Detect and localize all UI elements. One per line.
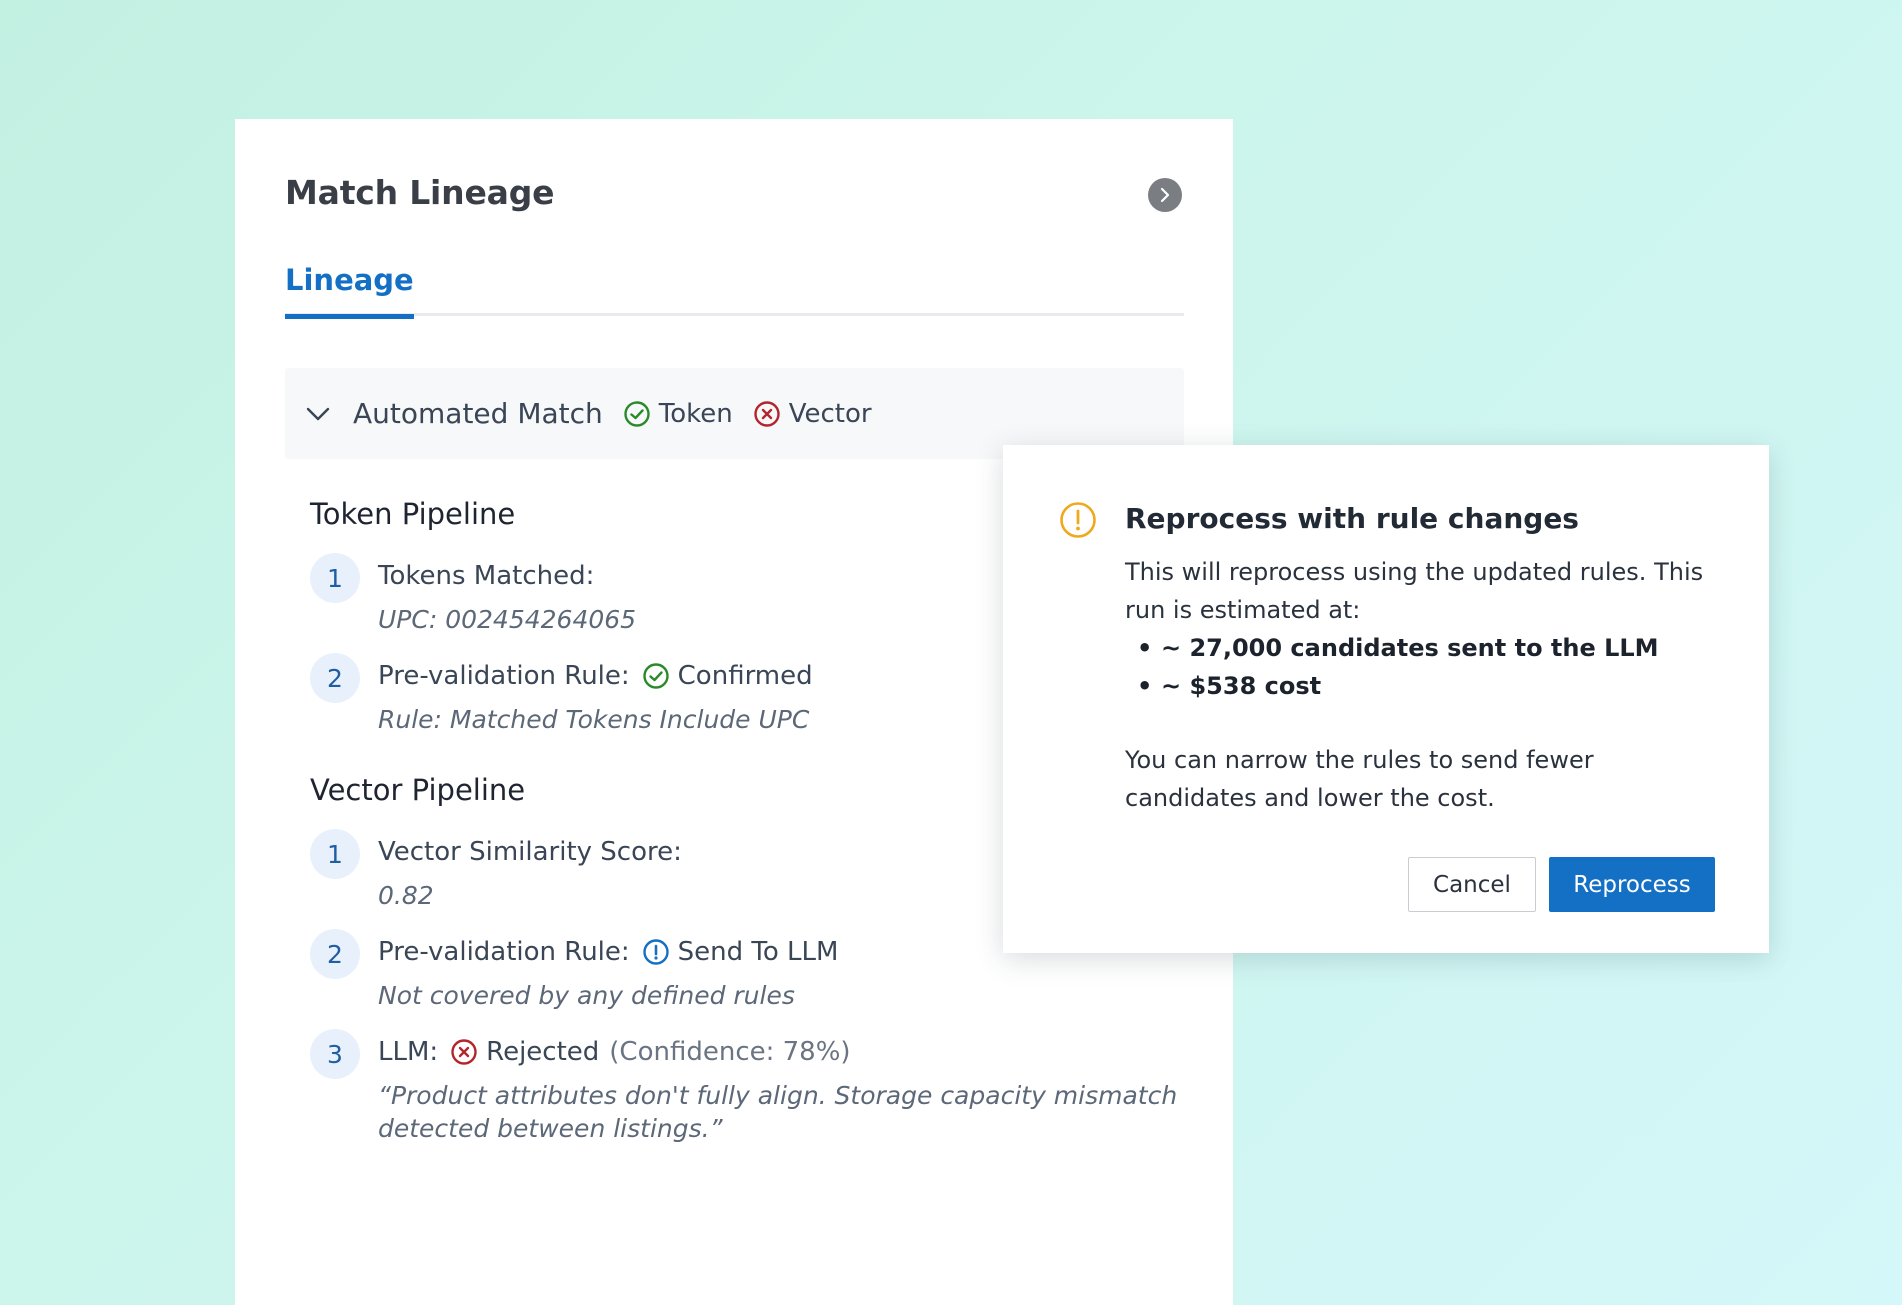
token-pipeline-title: Token Pipeline [310, 497, 516, 531]
step-status: Send To LLM [677, 937, 839, 967]
check-circle-icon [624, 400, 650, 427]
x-circle-icon [451, 1039, 477, 1065]
reprocess-button[interactable]: Reprocess [1549, 857, 1715, 912]
step-detail: Not covered by any defined rules [378, 981, 795, 1010]
step-number: 3 [310, 1029, 360, 1079]
estimate-list: ~ 27,000 candidates sent to the LLM ~ $5… [1137, 629, 1725, 705]
vector-status-label: Vector [788, 398, 872, 429]
step-label: Vector Similarity Score: [378, 837, 682, 867]
vector-pipeline-title: Vector Pipeline [310, 773, 526, 807]
info-circle-icon [642, 939, 669, 965]
chevron-down-icon [306, 407, 330, 420]
dialog-intro: This will reprocess using the updated ru… [1125, 558, 1704, 624]
step-number: 1 [310, 829, 360, 879]
step-number: 2 [310, 653, 360, 703]
vector-step-3: 3 LLM: Rejected (Confidence: 78%) “Produ… [310, 1029, 1208, 1145]
step-label: Pre-validation Rule: [378, 937, 630, 967]
step-label: Pre-validation Rule: [378, 661, 630, 691]
tab-lineage[interactable]: Lineage [285, 263, 414, 319]
token-status: Token [623, 399, 733, 429]
cancel-button[interactable]: Cancel [1408, 857, 1536, 912]
step-detail: Rule: Matched Tokens Include UPC [378, 705, 810, 734]
confidence-label: (Confidence: 78%) [609, 1037, 851, 1067]
token-step-2: 2 Pre-validation Rule: Confirmed Rule: M… [310, 653, 813, 736]
reprocess-dialog: Reprocess with rule changes This will re… [1003, 445, 1769, 953]
tab-bar: Lineage [285, 263, 1184, 319]
step-detail: 0.82 [378, 881, 434, 910]
token-step-1: 1 Tokens Matched: UPC: 002454264065 [310, 553, 636, 636]
step-label: LLM: [378, 1037, 439, 1067]
step-number: 2 [310, 929, 360, 979]
dialog-note: You can narrow the rules to send fewer c… [1125, 746, 1594, 812]
vector-step-2: 2 Pre-validation Rule: Send To LLM Not c… [310, 929, 838, 1012]
vector-status: Vector [753, 399, 872, 429]
llm-reason: “Product attributes don't fully align. S… [378, 1081, 1178, 1143]
vector-step-1: 1 Vector Similarity Score: 0.82 [310, 829, 694, 912]
x-circle-icon [754, 400, 780, 427]
chevron-right-icon [1160, 187, 1170, 203]
warning-circle-icon [1060, 502, 1096, 538]
check-circle-icon [642, 663, 669, 689]
estimate-cost: ~ $538 cost [1137, 667, 1725, 705]
step-status: Rejected [486, 1037, 600, 1067]
estimate-candidates: ~ 27,000 candidates sent to the LLM [1137, 629, 1725, 667]
step-status: Confirmed [677, 661, 813, 691]
dialog-title: Reprocess with rule changes [1125, 502, 1579, 535]
step-detail: UPC: 002454264065 [378, 605, 637, 634]
collapse-panel-button[interactable] [1148, 178, 1182, 212]
dialog-body: This will reprocess using the updated ru… [1125, 553, 1725, 817]
section-label: Automated Match [353, 397, 603, 430]
step-number: 1 [310, 553, 360, 603]
token-status-label: Token [658, 398, 733, 429]
step-label: Tokens Matched: [378, 561, 595, 591]
panel-title: Match Lineage [285, 173, 555, 212]
